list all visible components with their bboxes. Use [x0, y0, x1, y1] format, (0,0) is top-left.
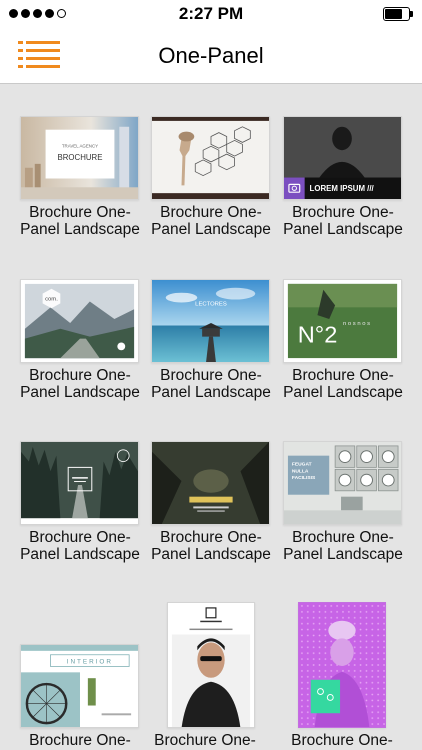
- thumb-text: LECTORES: [195, 301, 227, 307]
- template-caption: Brochure One-Panel Landscape: [151, 367, 271, 401]
- template-caption: Brochure One-Panel Landscape: [20, 204, 140, 238]
- thumb-text: INTERIOR: [67, 659, 113, 666]
- template-caption: Brochure One-Panel Landscape: [283, 529, 403, 563]
- template-caption: Brochure One-: [29, 732, 131, 749]
- thumb-text: N°2: [298, 322, 338, 348]
- template-thumbnail: [151, 116, 270, 200]
- template-caption: Brochure One-Panel Landscape: [283, 204, 403, 238]
- thumb-text: BROCHURE: [58, 153, 103, 162]
- template-thumbnail: [167, 602, 255, 728]
- template-thumbnail: INTERIOR: [20, 644, 139, 728]
- thumb-text: TRAVEL AGENCY: [62, 143, 98, 148]
- thumb-text: LOREM IPSUM ///: [310, 184, 375, 193]
- template-thumbnail: LOREM IPSUM ///: [283, 116, 402, 200]
- template-caption: Brochure One-Panel Landscape: [151, 529, 271, 563]
- template-caption: Brochure One-: [154, 732, 256, 749]
- thumb-text: NULLA: [292, 468, 309, 474]
- template-caption: Brochure One-Panel Landscape: [151, 204, 271, 238]
- battery-icon: [383, 7, 413, 21]
- template-thumbnail: TRAVEL AGENCY BROCHURE: [20, 116, 139, 200]
- thumb-text: n o s n o s: [343, 321, 370, 327]
- template-thumbnail: com.: [20, 279, 139, 363]
- template-grid: TRAVEL AGENCY BROCHURE Brochure One-Pane…: [0, 85, 422, 750]
- template-thumbnail: FEUGAT NULLA FACILISIS: [283, 441, 402, 525]
- page-title: One-Panel: [158, 43, 264, 68]
- nav-bar: One-Panel: [0, 28, 422, 84]
- thumb-text: com.: [45, 297, 58, 303]
- template-caption: Brochure One-Panel Landscape: [20, 367, 140, 401]
- status-bar: 2:27 PM: [0, 0, 422, 28]
- template-caption: Brochure One-: [291, 732, 393, 749]
- template-thumbnail: [151, 441, 270, 525]
- thumb-text: FACILISIS: [292, 475, 316, 481]
- template-thumbnail: N°2 n o s n o s: [283, 279, 402, 363]
- template-thumbnail: [298, 602, 386, 728]
- thumb-text: FEUGAT: [292, 461, 312, 467]
- template-thumbnail: [20, 441, 139, 525]
- template-caption: Brochure One-Panel Landscape: [283, 367, 403, 401]
- status-time: 2:27 PM: [178, 4, 244, 23]
- template-thumbnail: LECTORES: [151, 279, 270, 363]
- template-caption: Brochure One-Panel Landscape: [20, 529, 140, 563]
